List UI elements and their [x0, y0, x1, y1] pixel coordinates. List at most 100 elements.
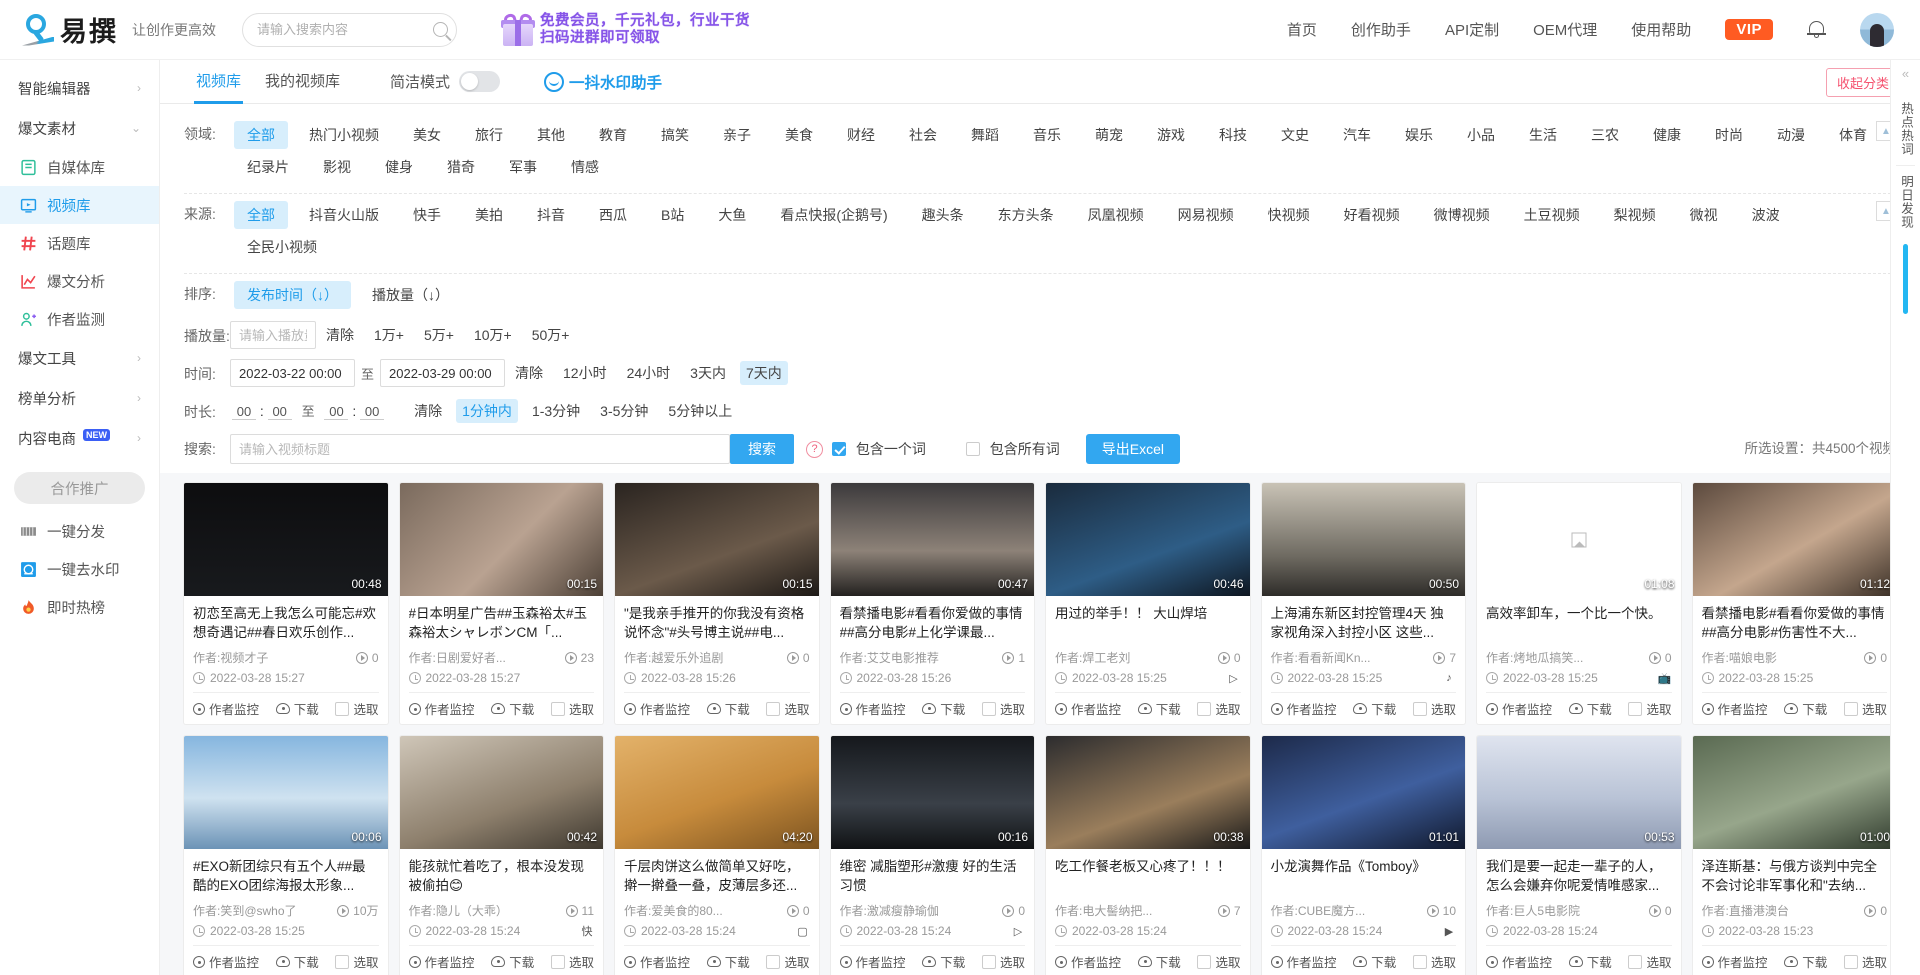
select-action[interactable]: 选取 — [1628, 699, 1671, 718]
domain-option-22[interactable]: 健康 — [1640, 121, 1694, 149]
time-quick-option-4[interactable]: 7天内 — [740, 361, 788, 385]
video-card[interactable]: 00:53我们是要一起走一辈子的人，怎么会嫌弃你呢爱情唯感家...作者:巨人5电… — [1477, 736, 1681, 975]
include-any-checkbox[interactable] — [832, 442, 846, 456]
select-checkbox[interactable] — [1844, 955, 1858, 969]
video-title[interactable]: 千层肉饼这么做简单又好吃，擀一擀叠一叠，皮薄层多还... — [624, 857, 810, 895]
sidebar-group-ecommerce[interactable]: 内容电商 NEW › — [0, 418, 159, 458]
download-action[interactable]: 下载 — [491, 699, 534, 718]
source-option-0[interactable]: 全部 — [234, 201, 288, 229]
duration-end-hour[interactable] — [324, 404, 348, 420]
include-all-checkbox[interactable] — [966, 442, 980, 456]
sidebar-group-materials[interactable]: 爆文素材 ⌄ — [0, 108, 159, 148]
author-monitor-action[interactable]: 作者监控 — [409, 952, 475, 971]
video-card[interactable]: 00:46用过的举手！！ 大山焊培作者:焊工老刘02022-03-28 15:2… — [1046, 483, 1250, 724]
domain-option-12[interactable]: 音乐 — [1020, 121, 1074, 149]
sort-option-1[interactable]: 播放量（↓） — [359, 281, 462, 309]
select-action[interactable]: 选取 — [982, 952, 1025, 971]
help-icon[interactable]: ? — [806, 441, 823, 458]
partner-promotion-button[interactable]: 合作推广 — [14, 472, 145, 504]
author-monitor-action[interactable]: 作者监控 — [840, 952, 906, 971]
download-action[interactable]: 下载 — [1784, 952, 1827, 971]
video-thumbnail[interactable]: 00:15 — [615, 483, 819, 596]
duration-start-min[interactable] — [268, 404, 292, 420]
video-thumbnail[interactable]: 00:42 — [400, 736, 604, 849]
sidebar-item-remove-watermark[interactable]: 一键去水印 — [0, 550, 159, 588]
author-monitor-action[interactable]: 作者监控 — [193, 699, 259, 718]
select-checkbox[interactable] — [982, 702, 996, 716]
domain-option-4[interactable]: 其他 — [524, 121, 578, 149]
domain-option-6[interactable]: 搞笑 — [648, 121, 702, 149]
video-card[interactable]: 00:06#EXO新团综只有五个人##最酷的EXO团综海报太形象...作者:笑到… — [184, 736, 388, 975]
select-checkbox[interactable] — [1197, 955, 1211, 969]
nav-creation-assistant[interactable]: 创作助手 — [1351, 19, 1411, 40]
global-search-input[interactable] — [257, 22, 433, 37]
scrollbar-thumb[interactable] — [1903, 244, 1908, 314]
sidebar-item-article-analysis[interactable]: 爆文分析 — [0, 262, 159, 300]
download-action[interactable]: 下载 — [276, 952, 319, 971]
video-author[interactable]: 作者:CUBE魔方... — [1271, 902, 1366, 919]
domain-option-30[interactable]: 军事 — [496, 153, 550, 181]
search-button[interactable]: 搜索 — [730, 434, 794, 464]
video-author[interactable]: 作者:喵娘电影 — [1702, 649, 1777, 666]
domain-option-9[interactable]: 财经 — [834, 121, 888, 149]
duration-quick-option-0[interactable]: 清除 — [408, 399, 448, 423]
domain-option-31[interactable]: 情感 — [558, 153, 612, 181]
source-option-9[interactable]: 趣头条 — [909, 201, 977, 229]
include-all-checkbox-wrap[interactable]: 包含所有词 — [966, 439, 1060, 459]
plays-input[interactable] — [230, 321, 316, 349]
video-title[interactable]: 高效率卸车，一个比一个快。 — [1486, 604, 1672, 642]
vip-badge[interactable]: VIP — [1725, 19, 1773, 40]
author-monitor-action[interactable]: 作者监控 — [193, 952, 259, 971]
rail-tab-hot-words[interactable]: 热点热词 — [1896, 93, 1915, 166]
domain-option-10[interactable]: 社会 — [896, 121, 950, 149]
domain-option-2[interactable]: 美女 — [400, 121, 454, 149]
domain-option-24[interactable]: 动漫 — [1764, 121, 1818, 149]
download-action[interactable]: 下载 — [922, 952, 965, 971]
sidebar-item-self-media[interactable]: 自媒体库 — [0, 148, 159, 186]
domain-option-29[interactable]: 猎奇 — [434, 153, 488, 181]
source-option-19[interactable]: 波波 — [1739, 201, 1793, 229]
domain-option-17[interactable]: 汽车 — [1330, 121, 1384, 149]
video-title[interactable]: 吃工作餐老板又心疼了！！！ — [1055, 857, 1241, 895]
video-card[interactable]: 00:48初恋至高无上我怎么可能忘#欢想奇遇记##春日欢乐创作...作者:视频才… — [184, 483, 388, 724]
select-action[interactable]: 选取 — [766, 699, 809, 718]
author-monitor-action[interactable]: 作者监控 — [409, 699, 475, 718]
video-title[interactable]: 上海浦东新区封控管理4天 独家视角深入封控小区 这些... — [1271, 604, 1457, 642]
domain-option-19[interactable]: 小品 — [1454, 121, 1508, 149]
time-quick-option-2[interactable]: 24小时 — [621, 361, 677, 385]
video-author[interactable]: 作者:激减瘦静瑜伽 — [840, 902, 939, 919]
video-author[interactable]: 作者:越爱乐外追剧 — [624, 649, 723, 666]
domain-option-25[interactable]: 体育 — [1826, 121, 1880, 149]
time-quick-option-1[interactable]: 12小时 — [557, 361, 613, 385]
select-action[interactable]: 选取 — [766, 952, 809, 971]
video-card[interactable]: 01:08高效率卸车，一个比一个快。作者:烤地瓜搞笑...02022-03-28… — [1477, 483, 1681, 724]
select-action[interactable]: 选取 — [1413, 699, 1456, 718]
source-option-2[interactable]: 快手 — [400, 201, 454, 229]
source-option-6[interactable]: B站 — [648, 201, 697, 229]
source-option-16[interactable]: 土豆视频 — [1511, 201, 1593, 229]
plays-quick-option-1[interactable]: 1万+ — [368, 323, 410, 347]
domain-option-21[interactable]: 三农 — [1578, 121, 1632, 149]
sidebar-item-video-library[interactable]: 视频库 — [0, 186, 159, 224]
video-title[interactable]: 维密 减脂塑形#激痩 好的生活习惯 — [840, 857, 1026, 895]
time-quick-option-0[interactable]: 清除 — [509, 361, 549, 385]
source-option-5[interactable]: 西瓜 — [586, 201, 640, 229]
simple-mode-switch[interactable] — [459, 71, 500, 92]
video-title[interactable]: #EXO新团综只有五个人##最酷的EXO团综海报太形象... — [193, 857, 379, 895]
select-checkbox[interactable] — [1628, 955, 1642, 969]
download-action[interactable]: 下载 — [922, 699, 965, 718]
sidebar-group-editor[interactable]: 智能编辑器 › — [0, 68, 159, 108]
time-end-input[interactable] — [380, 359, 505, 387]
notification-bell-icon[interactable] — [1807, 20, 1826, 39]
select-action[interactable]: 选取 — [1197, 699, 1240, 718]
video-author[interactable]: 作者:日剧爱好者... — [409, 649, 506, 666]
source-option-8[interactable]: 看点快报(企鹅号) — [767, 201, 900, 229]
tab-video-library[interactable]: 视频库 — [184, 60, 253, 104]
author-monitor-action[interactable]: 作者监控 — [1702, 699, 1768, 718]
author-monitor-action[interactable]: 作者监控 — [1702, 952, 1768, 971]
download-action[interactable]: 下载 — [1784, 699, 1827, 718]
duration-quick-option-1[interactable]: 1分钟内 — [456, 399, 518, 423]
video-title[interactable]: 初恋至高无上我怎么可能忘#欢想奇遇记##春日欢乐创作... — [193, 604, 379, 642]
author-monitor-action[interactable]: 作者监控 — [840, 699, 906, 718]
watermark-helper-link[interactable]: 一抖水印助手 — [544, 71, 662, 93]
